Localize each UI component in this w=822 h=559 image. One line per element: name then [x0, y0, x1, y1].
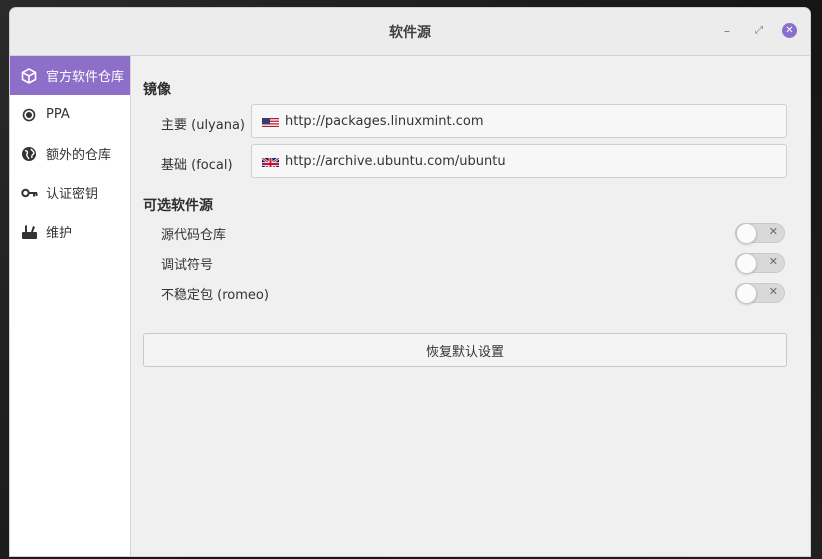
maximize-button[interactable]: ⤢	[751, 23, 767, 39]
sidebar-item-official-repositories[interactable]: 官方软件仓库	[10, 56, 130, 95]
mirrors-section-title: 镜像	[143, 82, 171, 98]
ppa-radio-icon	[20, 106, 38, 124]
optional-sources-title: 可选软件源	[143, 198, 213, 214]
main-panel: 镜像 主要 (ulyana) http://packages.linuxmint…	[131, 56, 810, 556]
main-mirror-selector[interactable]: http://packages.linuxmint.com	[251, 104, 787, 138]
close-icon: ✕	[768, 255, 778, 268]
software-sources-window: 软件源 – ⤢ ✕ 官方软件仓库 PPA 额外的仓库 认证密钥 维护 镜像 主要…	[10, 8, 810, 556]
source-code-label: 源代码仓库	[161, 228, 227, 243]
sidebar-item-additional-repositories[interactable]: 额外的仓库	[10, 134, 130, 173]
package-icon	[20, 67, 38, 85]
sidebar-item-label: 维护	[46, 226, 73, 241]
sidebar-item-maintenance[interactable]: 维护	[10, 212, 130, 251]
tools-icon	[20, 223, 38, 241]
close-button[interactable]: ✕	[782, 23, 797, 38]
base-mirror-selector[interactable]: http://archive.ubuntu.com/ubuntu	[251, 144, 787, 178]
restore-defaults-button[interactable]: 恢复默认设置	[143, 333, 787, 367]
close-icon: ✕	[768, 225, 778, 238]
sidebar-item-label: 官方软件仓库	[46, 70, 125, 85]
minimize-button[interactable]: –	[719, 23, 735, 39]
globe-icon	[20, 145, 38, 163]
source-code-toggle[interactable]: ✕	[735, 223, 785, 244]
debug-symbols-label: 调试符号	[161, 258, 214, 273]
window-title: 软件源	[389, 25, 431, 41]
sidebar-item-authentication-keys[interactable]: 认证密钥	[10, 173, 130, 212]
sidebar-item-label: PPA	[46, 107, 70, 122]
main-mirror-url: http://packages.linuxmint.com	[285, 113, 484, 129]
sidebar-item-label: 额外的仓库	[46, 148, 112, 163]
unstable-packages-label: 不稳定包 (romeo)	[161, 288, 269, 303]
unstable-packages-toggle[interactable]: ✕	[735, 283, 785, 304]
uk-flag-icon	[262, 155, 279, 167]
sidebar-item-ppa[interactable]: PPA	[10, 95, 130, 134]
key-icon	[20, 184, 38, 202]
base-mirror-url: http://archive.ubuntu.com/ubuntu	[285, 153, 506, 169]
toggle-knob	[736, 283, 757, 304]
main-mirror-label: 主要 (ulyana)	[161, 118, 245, 133]
us-flag-icon	[262, 115, 279, 127]
titlebar[interactable]: 软件源 – ⤢ ✕	[10, 8, 810, 56]
toggle-knob	[736, 223, 757, 244]
base-mirror-label: 基础 (focal)	[161, 158, 233, 173]
toggle-knob	[736, 253, 757, 274]
sidebar: 官方软件仓库 PPA 额外的仓库 认证密钥 维护	[10, 56, 131, 556]
close-icon: ✕	[768, 285, 778, 298]
sidebar-item-label: 认证密钥	[46, 187, 99, 202]
debug-symbols-toggle[interactable]: ✕	[735, 253, 785, 274]
